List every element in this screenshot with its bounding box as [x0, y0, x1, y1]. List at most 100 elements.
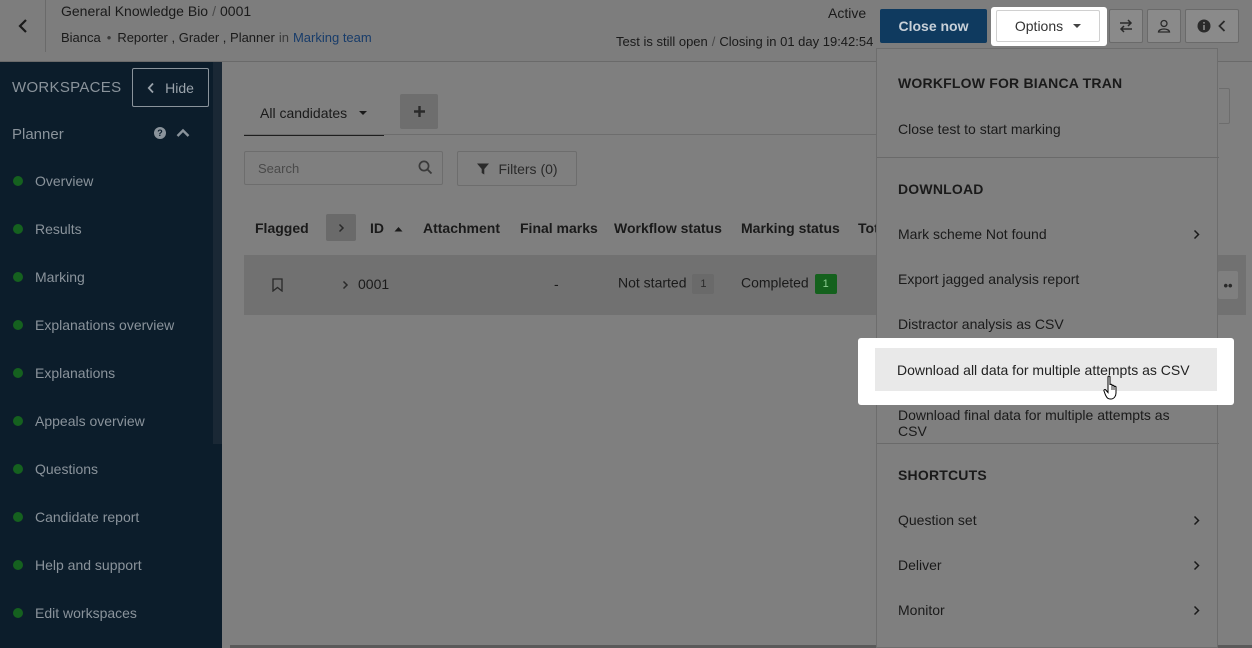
- column-header-marking-status[interactable]: Marking status: [741, 220, 840, 236]
- sidebar-scrollbar[interactable]: [213, 62, 222, 444]
- hide-label: Hide: [165, 79, 194, 96]
- chevron-right-icon: [1193, 515, 1200, 525]
- menu-divider: [877, 443, 1219, 444]
- menu-item-label: Close test to start marking: [898, 121, 1061, 137]
- chevron-left-icon: [17, 19, 27, 33]
- hide-sidebar-button[interactable]: Hide: [132, 68, 209, 107]
- menu-divider: [877, 157, 1219, 158]
- plus-icon: [413, 106, 425, 117]
- highlighted-menu-item-frame: Download all data for multiple attempts …: [858, 338, 1234, 405]
- menu-item-label: Distractor analysis as CSV: [898, 316, 1064, 332]
- cell-marking-status: Completed 1: [741, 274, 837, 294]
- profile-button[interactable]: [1147, 9, 1181, 43]
- sidebar-item-label: Help and support: [35, 557, 142, 573]
- sidebar-item-label: Overview: [35, 173, 94, 189]
- status-separator: /: [711, 34, 716, 49]
- menu-item-distractor-analysis[interactable]: Distractor analysis as CSV: [898, 316, 1208, 332]
- filters-button[interactable]: Filters (0): [457, 151, 577, 186]
- in-label: in: [278, 30, 289, 45]
- chevron-right-icon: [1193, 560, 1200, 570]
- chevron-left-icon: [1218, 20, 1226, 32]
- workflow-heading: WORKFLOW FOR BIANCA TRAN: [898, 75, 1123, 91]
- more-icon[interactable]: ••: [1218, 271, 1238, 299]
- menu-item-label: Download final data for multiple attempt…: [898, 407, 1170, 439]
- sidebar-item-label: Explanations overview: [35, 317, 175, 333]
- column-header-final-marks[interactable]: Final marks: [520, 220, 598, 236]
- column-header-id[interactable]: ID: [370, 220, 403, 236]
- status-open: Test is still open / Closing in 01 day 19:…: [616, 34, 873, 49]
- help-icon[interactable]: ?: [154, 127, 166, 139]
- column-header-flagged[interactable]: Flagged: [255, 220, 309, 236]
- chevron-right-icon: [1193, 229, 1200, 239]
- breadcrumb-separator: /: [212, 3, 216, 19]
- chevron-right-icon: [1193, 605, 1200, 615]
- menu-item-download-final-data[interactable]: Download final data for multiple attempt…: [898, 407, 1208, 439]
- sidebar-item-explanations-overview[interactable]: Explanations overview: [13, 315, 174, 335]
- breadcrumb-parent[interactable]: General Knowledge Bio: [61, 3, 208, 19]
- add-tab-button[interactable]: [400, 94, 438, 129]
- status-dot: [13, 416, 23, 426]
- menu-item-label: Export jagged analysis report: [898, 271, 1080, 287]
- sidebar-item-marking[interactable]: Marking: [13, 267, 85, 287]
- shortcuts-heading: SHORTCUTS: [898, 467, 987, 483]
- back-button[interactable]: [0, 0, 46, 52]
- menu-item-close-test[interactable]: Close test to start marking: [898, 121, 1208, 137]
- cell-id[interactable]: 0001: [358, 276, 389, 292]
- options-button[interactable]: Options: [996, 10, 1100, 42]
- role-dot: •: [106, 30, 112, 45]
- sidebar-item-help-and-support[interactable]: Help and support: [13, 555, 142, 575]
- sidebar-item-questions[interactable]: Questions: [13, 459, 98, 479]
- menu-item-mark-scheme[interactable]: Mark scheme Not found: [898, 226, 1208, 242]
- team-link[interactable]: Marking team: [293, 30, 372, 45]
- menu-item-export-jagged[interactable]: Export jagged analysis report: [898, 271, 1208, 287]
- user-name: Bianca: [61, 30, 101, 45]
- sidebar-item-overview[interactable]: Overview: [13, 171, 93, 191]
- status-dot: [13, 320, 23, 330]
- caret-down-icon: [1073, 24, 1082, 28]
- user-roles: Bianca • Reporter , Grader , Planner in Mark…: [61, 30, 372, 45]
- menu-item-deliver[interactable]: Deliver: [898, 557, 1208, 573]
- chevron-left-icon: [147, 82, 154, 93]
- menu-item-download-all-data[interactable]: Download all data for multiple attempts …: [875, 348, 1217, 391]
- workspaces-sidebar: WORKSPACES Hide Planner ? Overview Resul…: [0, 62, 222, 648]
- filters-label: Filters (0): [498, 160, 558, 177]
- cell-final-marks: -: [554, 276, 559, 292]
- marking-count-badge: 1: [814, 274, 837, 294]
- menu-item-question-set[interactable]: Question set: [898, 512, 1208, 528]
- column-header-attachment[interactable]: Attachment: [423, 220, 500, 236]
- menu-item-label: Download all data for multiple attempts …: [897, 361, 1190, 378]
- sidebar-item-label: Candidate report: [35, 509, 140, 525]
- expand-all-button[interactable]: [326, 214, 356, 241]
- options-highlight: Options: [991, 7, 1107, 46]
- sidebar-item-explanations[interactable]: Explanations: [13, 363, 115, 383]
- search-input[interactable]: [245, 152, 410, 184]
- swap-button[interactable]: [1109, 9, 1143, 43]
- status-dot: [13, 176, 23, 186]
- sidebar-item-edit-workspaces[interactable]: Edit workspaces: [13, 603, 137, 623]
- menu-item-monitor[interactable]: Monitor: [898, 602, 1208, 618]
- chevron-right-icon[interactable]: [342, 280, 349, 290]
- tab-all-candidates[interactable]: All candidates: [244, 92, 384, 136]
- menu-item-label: Deliver: [898, 557, 942, 573]
- svg-text:?: ?: [157, 128, 163, 138]
- hand-cursor-icon: [1103, 375, 1117, 400]
- role-list: Reporter , Grader , Planner: [117, 30, 275, 45]
- search-field[interactable]: [244, 151, 443, 185]
- download-heading: DOWNLOAD: [898, 181, 984, 197]
- menu-item-label: Monitor: [898, 602, 945, 618]
- info-panel-button[interactable]: [1185, 9, 1239, 43]
- cell-workflow-status: Not started 1: [618, 274, 715, 294]
- sidebar-item-results[interactable]: Results: [13, 219, 82, 239]
- sidebar-item-appeals-overview[interactable]: Appeals overview: [13, 411, 145, 431]
- open-state: Test is still open: [616, 34, 708, 49]
- status-dot: [13, 464, 23, 474]
- bookmark-icon[interactable]: [272, 278, 283, 292]
- user-icon: [1157, 19, 1171, 33]
- sidebar-item-label: Appeals overview: [35, 413, 145, 429]
- sidebar-item-candidate-report[interactable]: Candidate report: [13, 507, 139, 527]
- column-header-workflow-status[interactable]: Workflow status: [614, 220, 722, 236]
- close-now-button[interactable]: Close now: [880, 9, 987, 43]
- sidebar-item-label: Questions: [35, 461, 99, 477]
- chevron-up-icon[interactable]: [176, 128, 190, 138]
- caret-down-icon: [359, 111, 368, 115]
